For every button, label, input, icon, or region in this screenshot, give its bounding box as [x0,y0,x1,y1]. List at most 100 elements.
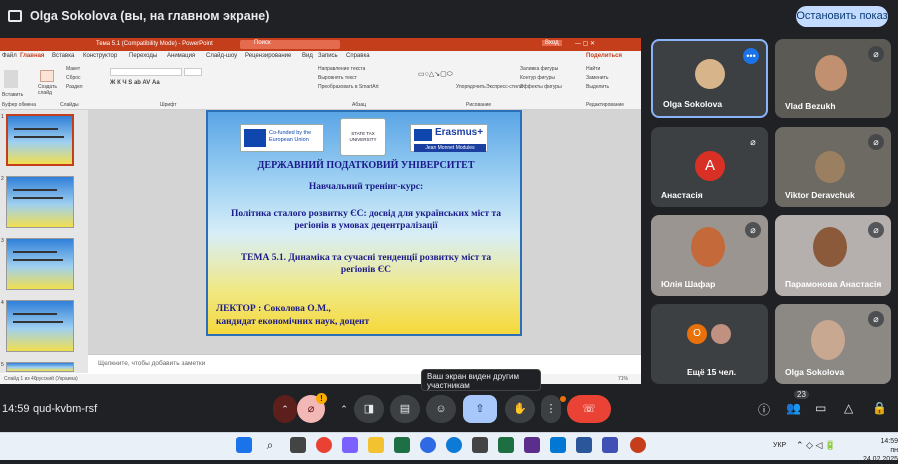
chrome-icon[interactable] [316,437,332,453]
slide-thumbnails-pane: 1 2 3 4 5 [0,110,88,373]
text-direction-button[interactable]: Направление текста [318,66,365,72]
replace-button[interactable]: Заменить [586,75,608,81]
layout-button[interactable]: Макет [66,66,80,72]
new-slide-icon[interactable] [40,70,54,82]
host-controls-icon[interactable]: 🔒 [872,401,887,415]
excel-icon[interactable] [498,437,514,453]
section-button[interactable]: Раздел [66,84,83,90]
zoom-app-icon[interactable] [420,437,436,453]
more-options-icon[interactable]: ••• [743,48,759,64]
ppt-ribbon: Вставить Создать слайд Макет Сброс Разде… [0,62,641,110]
tab-home[interactable]: Главная [20,53,44,59]
reset-button[interactable]: Сброс [66,75,81,81]
tab-file[interactable]: Файл [2,53,17,59]
ppt-title-bar: Тема 5.1 (Compatibility Mode) - PowerPoi… [0,38,641,51]
arrange-button[interactable]: Упорядочить [456,84,486,90]
captions-button[interactable]: ▤ [390,395,420,423]
participant-tile[interactable]: ⌀ Vlad Bezukh [775,39,891,118]
tab-transitions[interactable]: Переходы [129,53,157,59]
slide-thumbnail[interactable] [6,176,74,228]
chat-icon[interactable]: ▭ [815,401,826,415]
zoom-level[interactable]: 71% [618,376,628,382]
audio-options-chevron-icon[interactable]: ⌃ [273,395,297,423]
current-slide: Co-funded by the European Union STATE TA… [206,110,522,336]
video-options-chevron-icon[interactable]: ⌃ [334,395,354,423]
new-slide-button[interactable]: Создать слайд [38,84,60,96]
raise-hand-button[interactable]: ✋ [505,395,535,423]
more-options-button[interactable]: ⋮ [541,395,561,423]
font-size-select[interactable] [184,68,202,76]
app-icon[interactable] [602,437,618,453]
info-icon[interactable]: ⓘ [758,401,770,418]
word-icon[interactable] [576,437,592,453]
participant-tile[interactable]: ⌀ Olga Sokolova [775,304,891,384]
participant-tile[interactable]: ⌀ Юлія Шафар [651,215,768,296]
notes-pane[interactable]: Щелкните, чтобы добавить заметки [88,354,641,373]
shapes-gallery[interactable]: ▭○△↘▢⬭ [418,70,453,79]
app-icon[interactable] [394,437,410,453]
app-icon[interactable] [524,437,540,453]
paste-icon[interactable] [4,70,18,88]
ppt-window-controls[interactable]: — ▢ ✕ [575,40,595,47]
task-view-icon[interactable] [290,437,306,453]
camera-button[interactable]: ◨ [354,395,384,423]
font-format-buttons[interactable]: Ж К Ч S ab AV Аа [110,80,160,86]
edge-icon[interactable] [446,437,462,453]
paste-button[interactable]: Вставить [2,92,23,98]
powerpoint-icon[interactable] [630,437,646,453]
screen-shared-tooltip: Ваш экран виден другим участникам [421,369,541,391]
keyboard-language[interactable]: УКР [773,442,786,449]
meeting-time: 14:59 [2,403,30,415]
participant-tile[interactable]: А ⌀ Анастасія [651,127,768,207]
erasmus-logo: Erasmus+ Jean Monnet Modules [410,124,488,152]
system-tray-icons[interactable]: ⌃ ◇ ◁ 🔋 [796,440,836,451]
activities-icon[interactable]: △ [844,401,853,415]
windows-start-icon[interactable] [236,437,252,453]
tab-insert[interactable]: Вставка [52,53,74,59]
slide-thumbnail[interactable] [6,300,74,352]
tab-slideshow[interactable]: Слайд-шоу [206,53,237,59]
tab-animation[interactable]: Анимация [167,53,195,59]
ppt-signin-button[interactable]: Вход [542,40,562,46]
tab-help[interactable]: Справка [346,53,370,59]
tab-record[interactable]: Запись [318,53,338,59]
slide-lecturer: ЛЕКТОР : Соколова О.М., [216,304,331,314]
tab-view[interactable]: Вид [302,53,313,59]
slide-thumbnail[interactable] [6,362,74,372]
file-explorer-icon[interactable] [368,437,384,453]
ppt-window-title: Тема 5.1 (Compatibility Mode) - PowerPoi… [96,41,213,47]
leave-call-button[interactable]: ☏ [567,395,611,423]
find-button[interactable]: Найти [586,66,600,72]
emoji-button[interactable]: ☺ [426,395,456,423]
shape-fill-button[interactable]: Заливка фигуры [520,66,558,72]
smartart-button[interactable]: Преобразовать в SmartArt [318,84,379,90]
ppt-search-box[interactable]: Поиск [240,40,340,49]
quick-styles-button[interactable]: Экспресс-стили [486,84,523,90]
shape-outline-button[interactable]: Контур фигуры [520,75,555,81]
copilot-icon[interactable] [342,437,358,453]
mic-off-icon: ⌀ [745,134,761,150]
shape-effects-button[interactable]: Эффекты фигуры [520,84,562,90]
share-button[interactable]: Поделиться [586,53,622,59]
slide-thumbnail[interactable] [6,114,74,166]
participant-tile[interactable]: ⌀ Парамонова Анастасія [775,215,891,296]
store-icon[interactable] [472,437,488,453]
stu-logo: STATE TAX UNIVERSITY [340,118,386,156]
font-family-select[interactable] [110,68,182,76]
participant-tile[interactable]: ••• Olga Sokolova [651,39,768,118]
present-button[interactable]: ⇧ [463,395,497,423]
thumb-number: 1 [1,114,4,120]
people-icon[interactable]: 👥 [786,401,801,415]
tab-design[interactable]: Конструктор [83,53,117,59]
participant-tile[interactable]: ⌀ Viktor Deravchuk [775,127,891,207]
tab-review[interactable]: Рецензирование [245,53,291,59]
group-font: Шрифт [160,102,177,108]
search-icon[interactable]: ⌕ [262,437,278,453]
slide-thumbnail[interactable] [6,238,74,290]
participant-video [811,320,845,360]
outlook-icon[interactable] [550,437,566,453]
align-text-button[interactable]: Выровнять текст [318,75,357,81]
stop-presenting-button[interactable]: Остановить показ [796,6,888,27]
select-button[interactable]: Выделить [586,84,609,90]
more-participants-tile[interactable]: О Ещё 15 чел. [651,304,768,384]
